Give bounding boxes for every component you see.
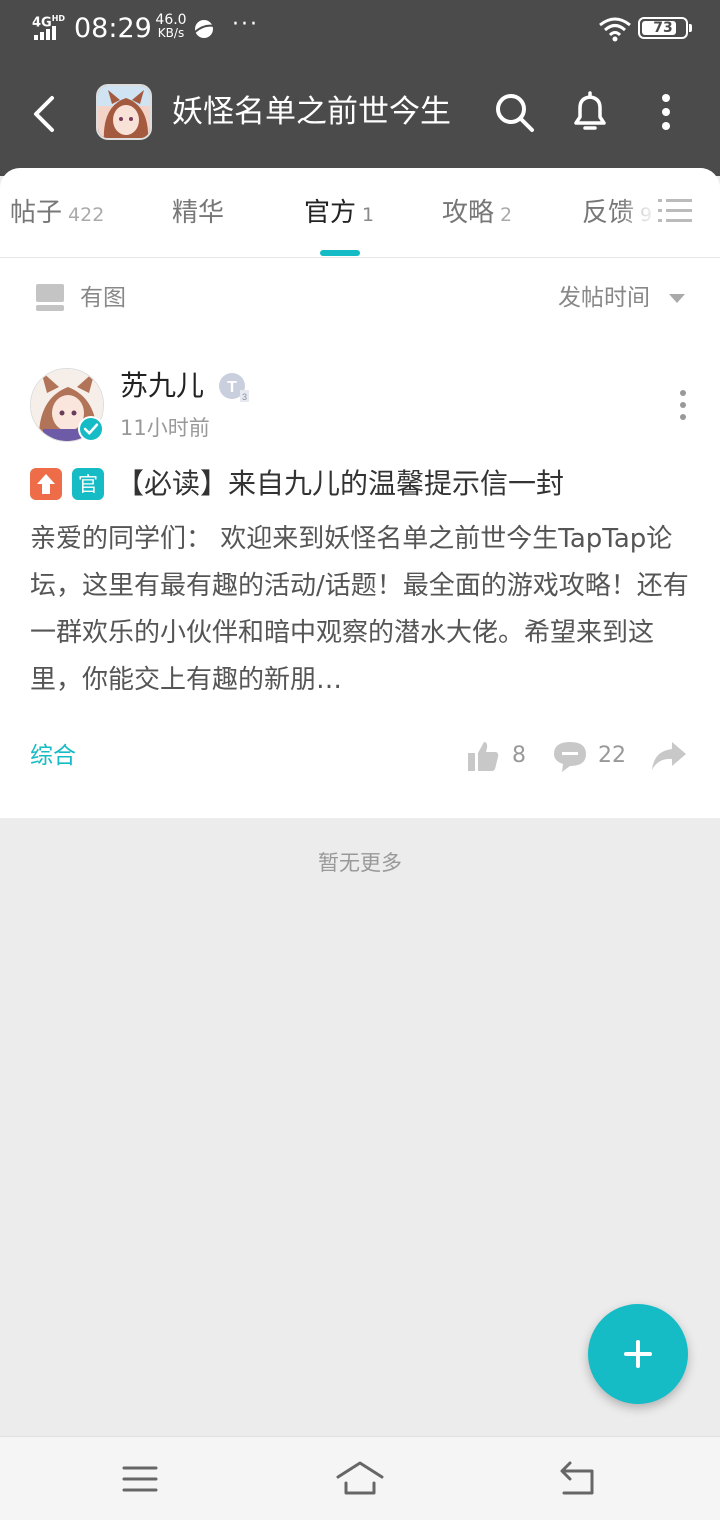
svg-text:3: 3 <box>242 392 247 402</box>
page-title: 妖怪名单之前世今生 <box>172 94 451 130</box>
post-time: 11小时前 <box>120 416 210 440</box>
more-notifications-icon: ··· <box>232 12 259 37</box>
tab-featured[interactable]: 精华 <box>172 196 224 230</box>
status-bar: 4GHD 08:29 46.0 KB/s ··· 73 <box>0 0 720 56</box>
active-tab-indicator <box>320 250 360 256</box>
list-end-text: 暂无更多 <box>318 851 402 875</box>
menu-icon[interactable] <box>118 1457 162 1501</box>
verified-icon <box>78 416 104 442</box>
like-count: 8 <box>512 743 526 768</box>
clock: 08:29 <box>74 13 152 44</box>
image-filter-label[interactable]: 有图 <box>80 282 126 314</box>
home-icon[interactable] <box>336 1457 384 1501</box>
thumbs-up-icon[interactable] <box>466 739 500 773</box>
pinned-up-icon <box>30 468 62 500</box>
battery-level: 73 <box>653 20 673 36</box>
sort-dropdown[interactable]: 发帖时间 <box>558 282 650 314</box>
svg-text:T: T <box>227 379 237 396</box>
more-vert-icon[interactable] <box>644 90 688 134</box>
search-icon[interactable] <box>492 90 536 134</box>
post-more-icon[interactable] <box>668 388 698 422</box>
image-filter-icon[interactable] <box>36 284 64 312</box>
author-name[interactable]: 苏九儿 <box>120 368 204 404</box>
system-nav-bar <box>0 1436 720 1520</box>
create-post-button[interactable] <box>588 1304 688 1404</box>
app-bar: 妖怪名单之前世今生 <box>0 56 720 176</box>
post-title[interactable]: 【必读】来自九儿的温馨提示信一封 <box>116 464 564 504</box>
chevron-down-icon[interactable] <box>669 294 685 303</box>
filter-bar: 有图 发帖时间 <box>0 258 720 338</box>
signal-icon <box>34 26 62 40</box>
tabs-menu-icon[interactable] <box>658 196 692 226</box>
back-nav-icon[interactable] <box>556 1457 600 1501</box>
bell-icon[interactable] <box>568 90 612 134</box>
network-speed: 46.0 KB/s <box>155 12 187 40</box>
comment-count: 22 <box>598 743 626 768</box>
forum-tabs: 帖子422 精华 官方1 攻略2 反馈9 <box>0 168 720 258</box>
comment-icon[interactable] <box>552 740 588 774</box>
wifi-icon <box>599 17 631 42</box>
official-tag: 官 <box>72 468 104 500</box>
game-icon[interactable] <box>96 84 152 140</box>
post-category[interactable]: 综合 <box>30 740 76 772</box>
back-button[interactable] <box>22 92 66 136</box>
post-excerpt[interactable]: 亲爱的同学们： 欢迎来到妖怪名单之前世今生TapTap论坛，这里有最有趣的活动/… <box>30 516 695 704</box>
battery-icon: 73 <box>638 17 692 39</box>
post-card[interactable]: 苏九儿 T 3 11小时前 官 【必读】来自九儿的温馨提示信一封 亲爱的同学们：… <box>0 338 720 818</box>
tab-posts[interactable]: 帖子 422 <box>10 196 104 232</box>
tab-official[interactable]: 官方 1 <box>304 196 374 232</box>
user-level-badge-icon: T 3 <box>219 373 249 402</box>
planet-icon <box>194 20 215 38</box>
share-icon[interactable] <box>650 740 688 772</box>
tab-guides[interactable]: 攻略 2 <box>442 196 512 232</box>
